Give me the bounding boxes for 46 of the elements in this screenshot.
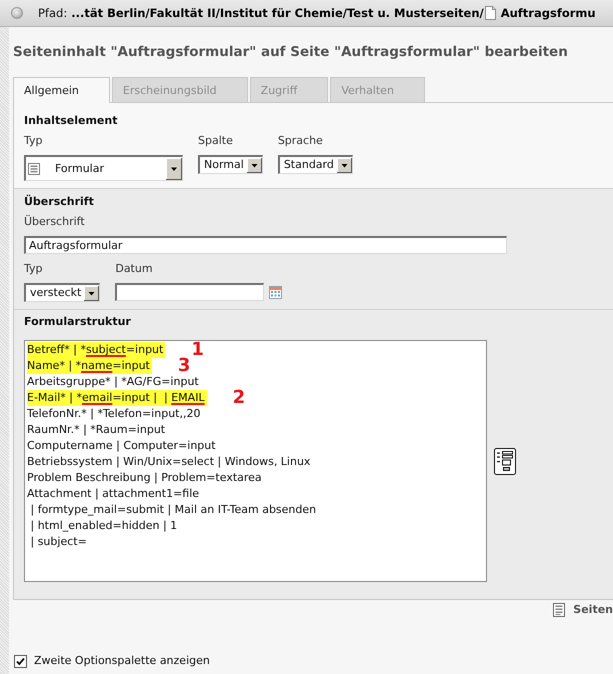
section-title: Inhaltselement <box>24 114 118 128</box>
field-label: Typ <box>24 134 42 148</box>
language-select[interactable]: Standard <box>278 155 353 174</box>
field-label: Sprache <box>278 134 323 148</box>
path-label: Pfad: <box>38 6 68 20</box>
header-type-select[interactable]: versteckt <box>24 283 100 302</box>
caret-icon <box>246 158 262 172</box>
tab[interactable]: Allgemein <box>13 77 110 103</box>
form-icon <box>28 162 40 174</box>
breadcrumb-path: ...tät Berlin/Fakultät II/Institut für Chemie/Test u. Musterseiten/ <box>71 6 484 20</box>
page-heading: Seiteninhalt "Auftragsformular" auf Seite "Auftragsformular" bearbeiten <box>13 43 569 61</box>
form-structure-textarea[interactable] <box>24 340 487 582</box>
page-title: Auftragsformu <box>500 6 596 20</box>
header-input[interactable]: Auftragsformular <box>24 236 507 254</box>
date-input[interactable] <box>115 283 264 301</box>
page-module-icon[interactable] <box>553 603 566 617</box>
code-line: Arbeitsgruppe* | *AG/FG=input <box>27 374 200 390</box>
page-icon <box>484 6 496 20</box>
code-line: Attachment | attachment1=file <box>27 486 200 502</box>
code-line: RaumNr.* | *Raum=input <box>27 422 166 438</box>
annotation-number: 2 <box>232 390 246 406</box>
field-label: Spalte <box>198 134 233 148</box>
code-line: Computername | Computer=input <box>27 438 217 454</box>
section-title: Überschrift <box>24 195 95 209</box>
column-select[interactable]: Normal <box>198 155 263 174</box>
field-label: Überschrift <box>24 215 85 229</box>
caret-icon <box>84 286 100 300</box>
code-line: | html_enabled=hidden | 1 <box>29 518 178 534</box>
caret-icon <box>336 158 352 172</box>
type-select[interactable]: Formular <box>24 155 183 181</box>
checkbox[interactable] <box>14 654 27 668</box>
page-module-link[interactable]: Seiten <box>573 603 613 617</box>
annotation-number: 3 <box>178 358 190 374</box>
annotation-number: 1 <box>191 342 204 358</box>
form-wizard-icon[interactable] <box>494 448 516 474</box>
code-line: Problem Beschreibung | Problem=textarea <box>27 470 263 486</box>
field-label: Datum <box>115 262 153 276</box>
field-label: Typ <box>24 262 42 276</box>
calendar-icon[interactable] <box>269 286 282 298</box>
code-line: | subject= <box>29 534 88 550</box>
code-line: Betriebssystem | Win/Unix=select | Windows, Linux <box>27 454 312 470</box>
checkbox-label: Zweite Optionspalette anzeigen <box>34 654 210 668</box>
code-line: TelefonNr.* | *Telefon=input,,20 <box>27 406 202 422</box>
code-line: | formtype_mail=submit | Mail an IT-Team absenden <box>29 502 318 518</box>
section-title: Formularstruktur <box>24 315 132 329</box>
caret-icon <box>166 158 182 180</box>
